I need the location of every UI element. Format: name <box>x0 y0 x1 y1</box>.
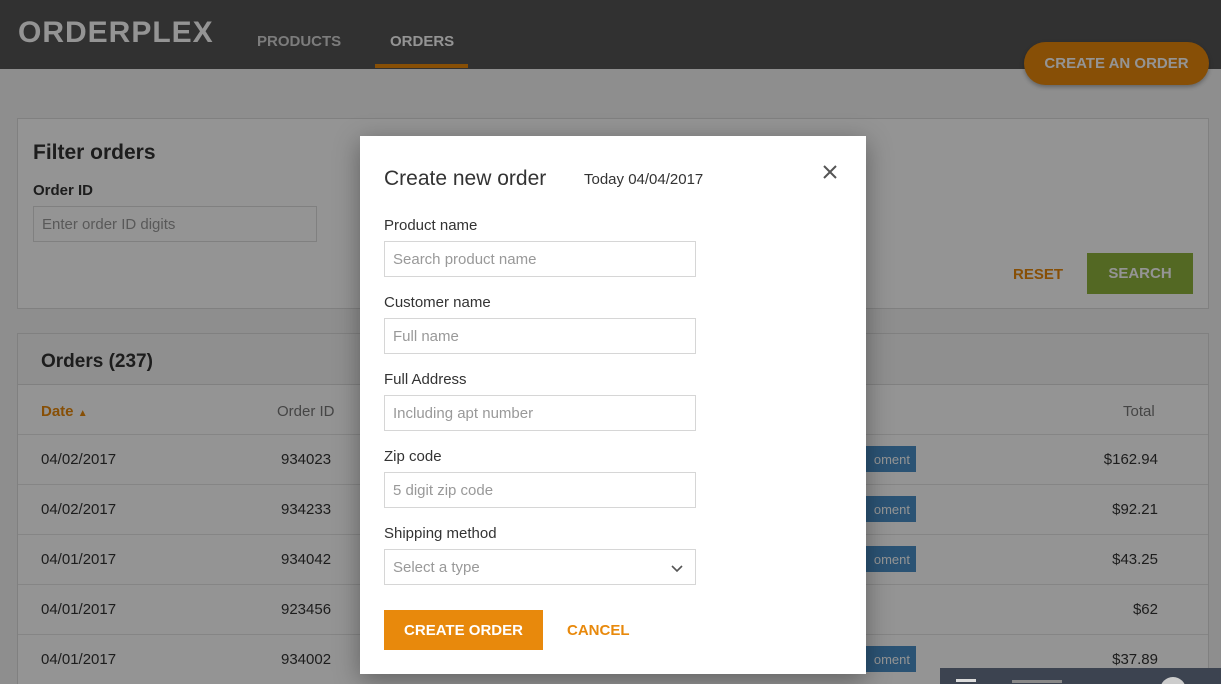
chevron-down-icon <box>671 565 683 573</box>
cancel-button[interactable]: CANCEL <box>567 622 630 639</box>
zip-code-input[interactable]: 5 digit zip code <box>384 472 696 508</box>
shipping-method-select[interactable]: Select a type <box>384 549 696 585</box>
bottom-dock <box>940 668 1221 684</box>
dock-bar <box>1012 680 1062 683</box>
customer-name-label: Customer name <box>384 294 491 311</box>
create-order-button[interactable]: CREATE ORDER <box>384 610 543 650</box>
full-address-input[interactable]: Including apt number <box>384 395 696 431</box>
full-address-label: Full Address <box>384 371 467 388</box>
avatar[interactable] <box>1160 677 1186 684</box>
modal-date: Today 04/04/2017 <box>584 171 704 188</box>
shipping-method-value: Select a type <box>393 558 480 576</box>
close-icon[interactable] <box>820 162 840 182</box>
product-name-label: Product name <box>384 217 478 234</box>
customer-name-input[interactable]: Full name <box>384 318 696 354</box>
shipping-method-label: Shipping method <box>384 525 497 542</box>
grid-icon[interactable] <box>956 679 976 682</box>
product-name-input[interactable]: Search product name <box>384 241 696 277</box>
modal-title: Create new order <box>384 167 547 190</box>
zip-code-label: Zip code <box>384 448 442 465</box>
create-order-modal: Create new order Today 04/04/2017 Produc… <box>360 136 866 674</box>
